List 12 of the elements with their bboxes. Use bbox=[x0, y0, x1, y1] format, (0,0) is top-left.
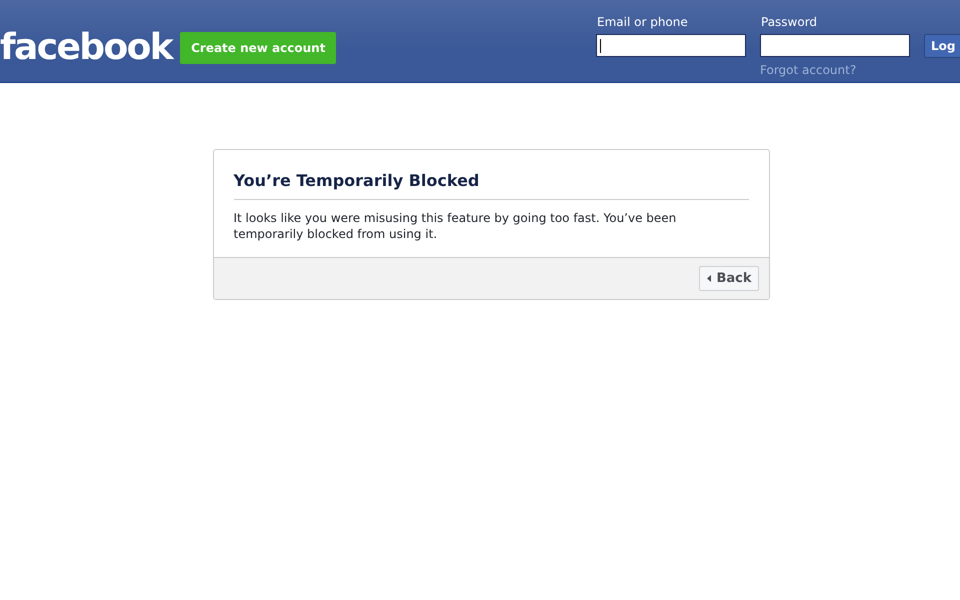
caret-left-icon bbox=[707, 275, 712, 282]
dialog-title: You’re Temporarily Blocked bbox=[234, 170, 748, 200]
login-button[interactable]: Log bbox=[924, 34, 960, 58]
logo[interactable]: facebook bbox=[0, 28, 172, 68]
text-cursor-icon bbox=[600, 39, 601, 53]
field-label: Password bbox=[761, 15, 818, 29]
dialog-message: It looks like you were misusing this feature by going too fast. You’ve been temporarily blocked from using it. bbox=[234, 210, 678, 242]
email-field[interactable] bbox=[596, 34, 746, 57]
field-label: Email or phone bbox=[597, 15, 689, 29]
password-field[interactable] bbox=[760, 34, 910, 57]
forgot-account-link[interactable]: Forgot account? bbox=[760, 63, 910, 77]
back-button[interactable]: Back bbox=[699, 266, 758, 291]
